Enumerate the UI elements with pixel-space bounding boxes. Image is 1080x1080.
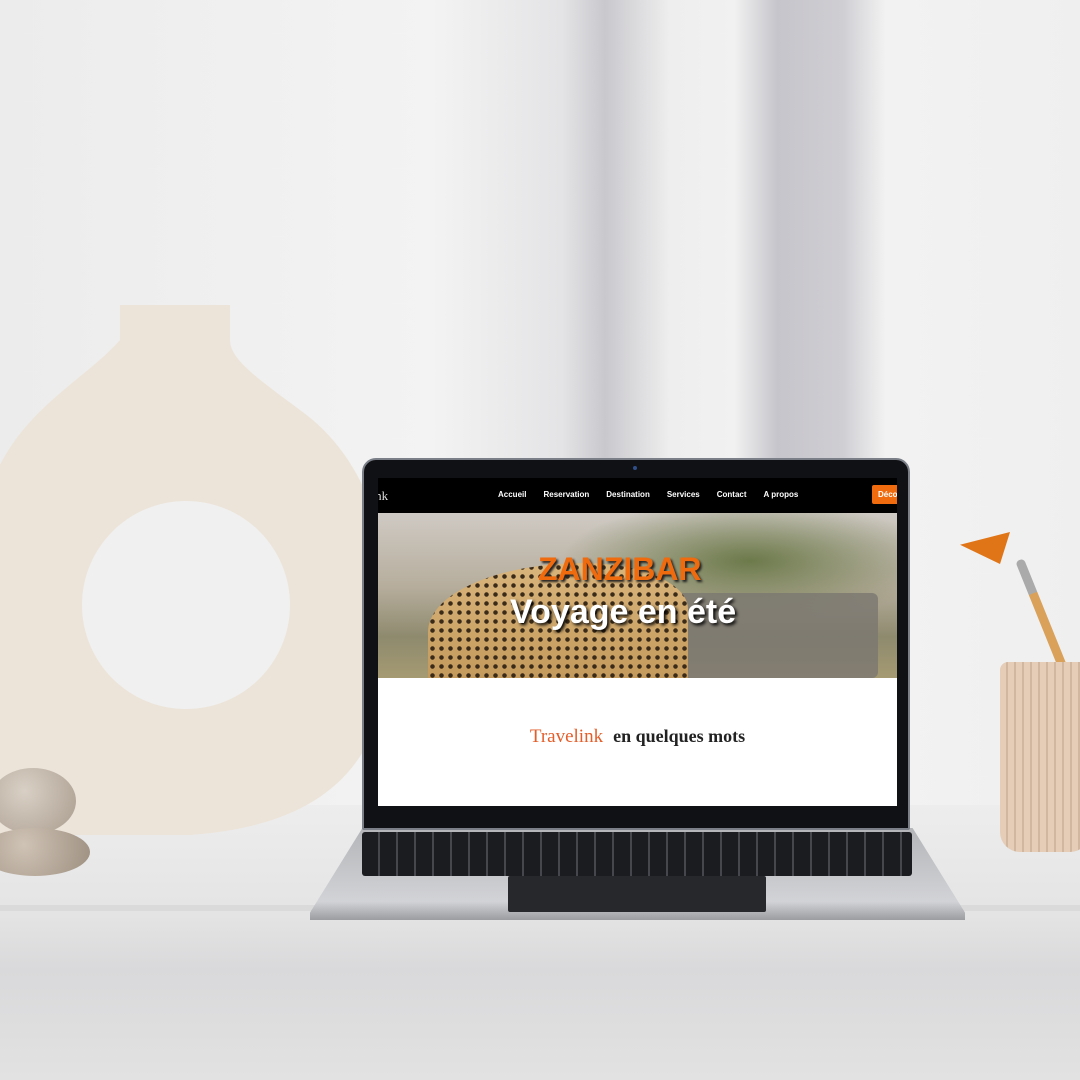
about-section: Travelink en quelques mots <box>378 678 897 806</box>
website-screen: Travelink Accueil Reservation Destinatio… <box>378 478 897 806</box>
trackpad <box>508 876 766 912</box>
about-brand: Travelink <box>529 726 604 747</box>
cta-button[interactable]: Découvrir <box>872 485 897 504</box>
about-heading: en quelques mots <box>613 726 746 746</box>
nav-reservation[interactable]: Reservation <box>543 490 589 499</box>
nav-contact[interactable]: Contact <box>717 490 747 499</box>
ceramic-vase <box>0 305 390 835</box>
navbar: Travelink Accueil Reservation Destinatio… <box>378 478 897 513</box>
keyboard <box>362 832 912 876</box>
hero-banner: ZANZIBAR Voyage en été <box>378 513 897 678</box>
brush-icon <box>1015 558 1069 673</box>
nav-a-propos[interactable]: A propos <box>764 490 799 499</box>
nav-menu: Accueil Reservation Destination Services… <box>498 490 798 499</box>
nav-accueil[interactable]: Accueil <box>498 490 526 499</box>
nav-destination[interactable]: Destination <box>606 490 650 499</box>
camera-icon <box>633 466 637 470</box>
brush-tip <box>960 532 1010 564</box>
logo[interactable]: Travelink <box>378 488 388 504</box>
hero-title: ZANZIBAR <box>538 551 702 587</box>
nav-services[interactable]: Services <box>667 490 700 499</box>
pen-cup <box>1000 662 1080 852</box>
hero-subtitle: Voyage en été <box>510 593 737 631</box>
